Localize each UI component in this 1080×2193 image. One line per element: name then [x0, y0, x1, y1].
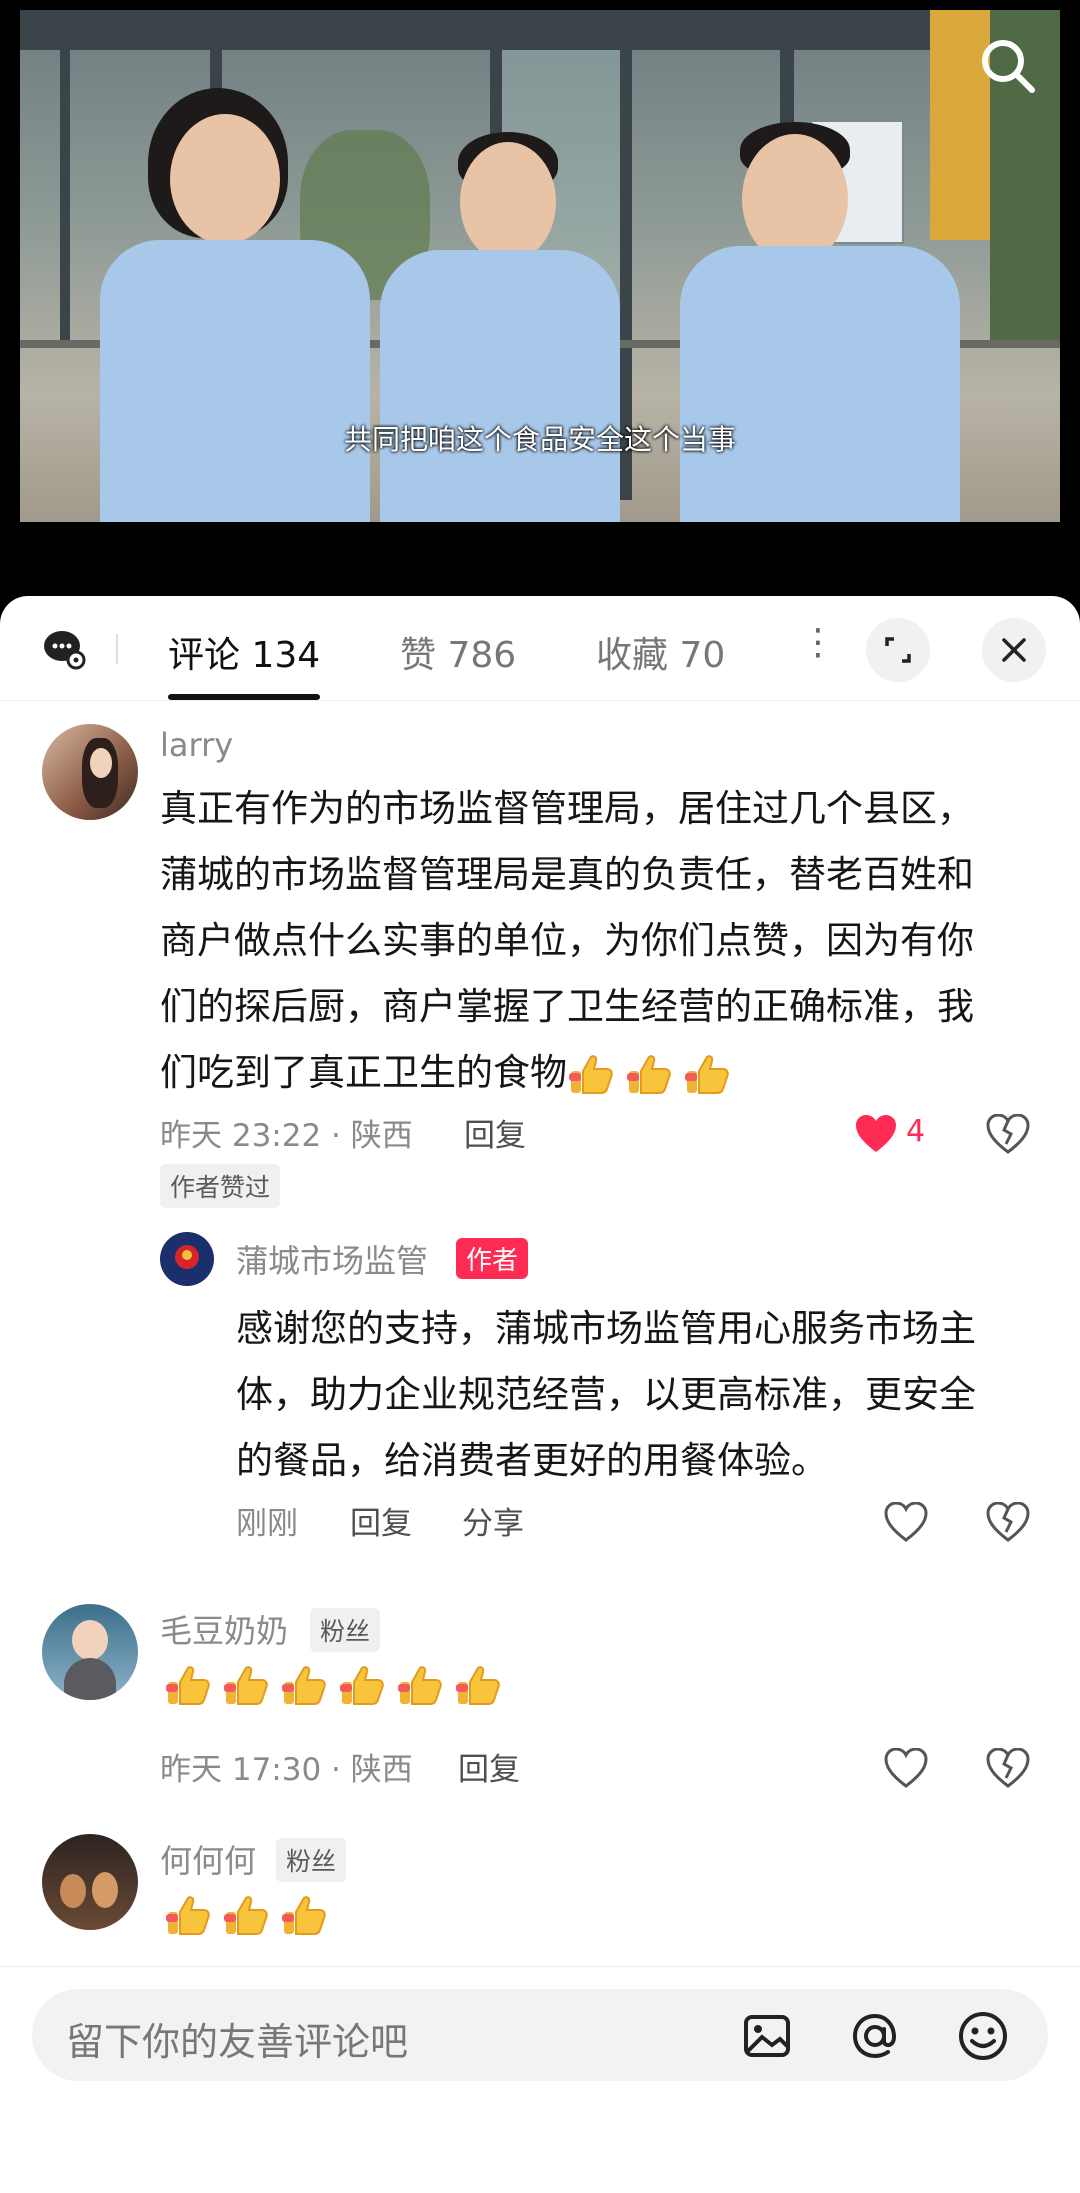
avatar[interactable]: [42, 724, 138, 820]
author-liked-badge: 作者赞过: [160, 1164, 281, 1208]
thumbs-up-icon: [224, 1896, 268, 1935]
comment-line: 真正有作为的市场监督管理局，居住过几个县区，: [160, 787, 974, 830]
comment-line: 的餐品，给消费者更好的用餐体验。: [236, 1439, 828, 1482]
reply-item: 蒲城市场监管 作者 感谢您的支持，蒲城市场监管用心服务市场主 体，助力企业规范经…: [0, 1232, 1080, 1542]
thumbs-up-icon: [456, 1666, 500, 1705]
reply-button[interactable]: 回复: [464, 1110, 526, 1155]
close-button[interactable]: [982, 618, 1046, 682]
chat-settings-icon[interactable]: [42, 626, 86, 670]
thumbs-up-icon: [340, 1666, 384, 1705]
input-placeholder: 留下你的友善评论吧: [66, 2020, 409, 2064]
active-tab-indicator: [168, 694, 320, 700]
comment-item: 何何何 粉丝: [0, 1834, 1080, 1974]
dislike-icon[interactable]: [986, 1502, 1030, 1542]
comment-time: 昨天 17:30 · 陕西: [160, 1752, 413, 1788]
tab-likes[interactable]: 赞 786: [400, 626, 516, 678]
comment-input[interactable]: 留下你的友善评论吧: [32, 1989, 1048, 2081]
comment-line: 们吃到了真正卫生的食物: [160, 1040, 974, 1106]
thumbs-up-icon: [627, 1054, 671, 1094]
image-icon[interactable]: [742, 2011, 792, 2061]
avatar[interactable]: [42, 1834, 138, 1930]
comment-panel: 评论 134 赞 786 收藏 70 ⋮ larry 真正有作为的市场监督管理局…: [0, 596, 1080, 2192]
comment-username[interactable]: 毛豆奶奶: [160, 1606, 288, 1652]
fan-badge: 粉丝: [310, 1608, 381, 1652]
thumbs-up-icon: [166, 1896, 210, 1935]
dislike-icon[interactable]: [986, 1114, 1030, 1154]
tab-comments[interactable]: 评论 134: [168, 626, 320, 678]
close-icon: [1002, 638, 1026, 662]
more-tabs-icon[interactable]: ⋮: [800, 622, 836, 663]
comment-input-bar: 留下你的友善评论吧: [0, 1966, 1080, 2193]
comment-username[interactable]: 何何何: [160, 1836, 256, 1882]
comment-username[interactable]: 蒲城市场监管: [236, 1236, 428, 1282]
like-count: 4: [906, 1114, 926, 1149]
thumbs-up-emoji-group: [567, 1051, 741, 1094]
thumbs-up-icon: [569, 1054, 613, 1094]
video-player[interactable]: 共同把咱这个食品安全这个当事: [0, 0, 1080, 600]
comment-line: 们的探后厨，商户掌握了卫生经营的正确标准，我: [160, 985, 974, 1028]
comment-username[interactable]: larry: [160, 726, 233, 764]
thumbs-up-icon: [282, 1896, 326, 1935]
author-badge: 作者: [456, 1238, 529, 1279]
comment-text: 真正有作为的市场监督管理局，居住过几个县区， 蒲城的市场监督管理局是真的负责任，…: [160, 776, 974, 1106]
tab-divider: [116, 634, 118, 664]
expand-button[interactable]: [866, 618, 930, 682]
thumbs-up-icon: [398, 1666, 442, 1705]
thumbs-up-emoji-group: [164, 1892, 338, 1940]
search-icon[interactable]: [976, 34, 1040, 98]
reply-button[interactable]: 回复: [350, 1498, 412, 1543]
avatar[interactable]: [160, 1232, 214, 1286]
emoji-icon[interactable]: [956, 2009, 1010, 2063]
comment-item: 毛豆奶奶 粉丝 昨天 17:30 · 陕西 回复: [0, 1604, 1080, 1804]
heart-outline-icon[interactable]: [884, 1502, 928, 1542]
thumbs-up-icon: [282, 1666, 326, 1705]
heart-filled-icon[interactable]: [854, 1114, 898, 1154]
thumbs-up-emoji-group: [164, 1662, 512, 1710]
mention-icon[interactable]: [848, 2009, 902, 2063]
comment-time: 昨天 23:22 · 陕西: [160, 1118, 413, 1154]
avatar[interactable]: [42, 1604, 138, 1700]
comment-text: 感谢您的支持，蒲城市场监管用心服务市场主 体，助力企业规范经营，以更高标准，更安…: [236, 1296, 976, 1494]
thumbs-up-icon: [685, 1054, 729, 1094]
tab-favorites[interactable]: 收藏 70: [596, 626, 725, 678]
comment-time: 刚刚: [236, 1506, 298, 1542]
reply-button[interactable]: 回复: [458, 1744, 520, 1789]
comment-line: 体，助力企业规范经营，以更高标准，更安全: [236, 1373, 976, 1416]
comment-item: larry 真正有作为的市场监督管理局，居住过几个县区， 蒲城的市场监督管理局是…: [0, 724, 1080, 1224]
thumbs-up-icon: [224, 1666, 268, 1705]
comment-line: 感谢您的支持，蒲城市场监管用心服务市场主: [236, 1307, 976, 1350]
share-button[interactable]: 分享: [462, 1498, 524, 1543]
heart-outline-icon[interactable]: [884, 1748, 928, 1788]
comment-line: 商户做点什么实事的单位，为你们点赞，因为有你: [160, 919, 974, 962]
dislike-icon[interactable]: [986, 1748, 1030, 1788]
comment-tabs: 评论 134 赞 786 收藏 70 ⋮: [0, 596, 1080, 701]
expand-icon: [885, 637, 911, 663]
video-subtitle: 共同把咱这个食品安全这个当事: [343, 423, 736, 456]
comment-line: 蒲城的市场监督管理局是真的负责任，替老百姓和: [160, 853, 974, 896]
thumbs-up-icon: [166, 1666, 210, 1705]
fan-badge: 粉丝: [276, 1838, 347, 1882]
